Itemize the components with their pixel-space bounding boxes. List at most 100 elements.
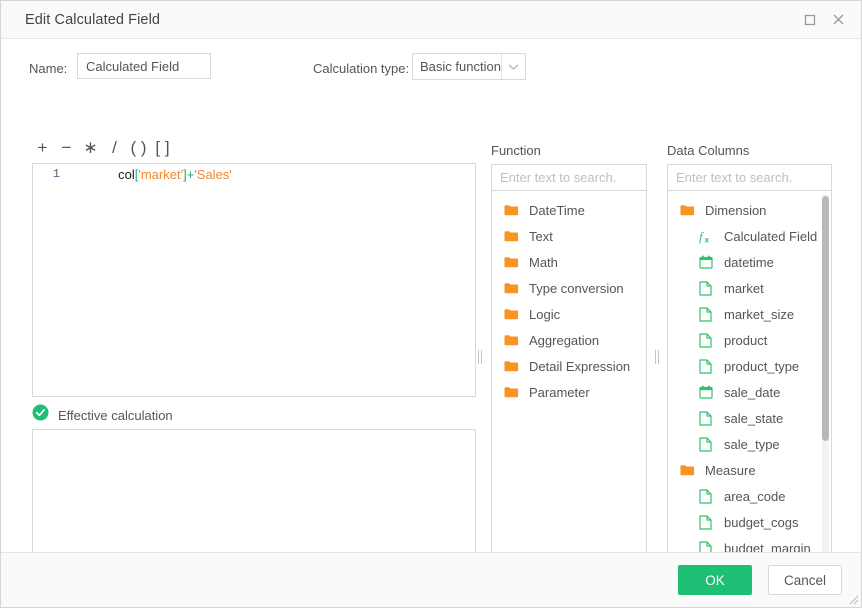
dialog-title-bar: Edit Calculated Field: [1, 1, 861, 39]
list-item[interactable]: sale_date: [668, 379, 831, 405]
list-item-label: sale_state: [724, 410, 784, 426]
list-item[interactable]: Aggregation: [492, 327, 646, 353]
list-item[interactable]: area_code: [668, 483, 831, 509]
list-item-label: Dimension: [705, 202, 767, 218]
splitter-right[interactable]: [652, 349, 662, 365]
folder-icon: [680, 462, 697, 478]
list-item[interactable]: Measure: [668, 457, 831, 483]
line-number: 1: [52, 167, 60, 181]
folder-icon: [504, 358, 521, 374]
list-item-label: Parameter: [529, 384, 590, 400]
folder-icon: [680, 202, 697, 218]
text-field-icon: [699, 436, 716, 452]
list-item[interactable]: product: [668, 327, 831, 353]
list-item[interactable]: Math: [492, 249, 646, 275]
folder-icon: [504, 280, 521, 296]
formula-editor[interactable]: 1 col['market']+'Sales': [32, 163, 476, 397]
folder-icon: [504, 306, 521, 322]
ok-button[interactable]: OK: [678, 565, 752, 595]
text-field-icon: [699, 332, 716, 348]
list-item-label: Detail Expression: [529, 358, 631, 374]
folder-icon: [504, 228, 521, 244]
text-field-icon: [699, 410, 716, 426]
edit-calculated-field-dialog: Edit Calculated Field Name: Calculation …: [0, 0, 862, 608]
name-label: Name:: [29, 61, 68, 76]
editor-line: 1 col['market']+'Sales': [33, 164, 475, 184]
text-field-icon: [699, 488, 716, 504]
list-item-label: Type conversion: [529, 280, 624, 296]
window-controls: [797, 7, 851, 33]
list-item[interactable]: product_type: [668, 353, 831, 379]
list-item[interactable]: market_size: [668, 301, 831, 327]
function-panel-title: Function: [491, 143, 541, 158]
list-item[interactable]: f x Calculated Field: [668, 223, 831, 249]
operator-minus[interactable]: −: [55, 137, 78, 159]
list-item-label: sale_type: [724, 436, 780, 452]
folder-icon: [504, 202, 521, 218]
list-item[interactable]: Dimension: [668, 197, 831, 223]
list-item[interactable]: Type conversion: [492, 275, 646, 301]
text-field-icon: [699, 358, 716, 374]
token-sales-string: 'Sales': [194, 166, 232, 182]
calendar-icon: [699, 384, 716, 400]
dialog-body: Name: Calculation type: Basic function +…: [1, 39, 861, 599]
function-fx-icon: fx: [699, 228, 716, 244]
list-item-label: sale_date: [724, 384, 781, 400]
dialog-footer: OK Cancel: [1, 552, 861, 607]
dialog-title: Edit Calculated Field: [25, 11, 161, 28]
list-item[interactable]: budget_cogs: [668, 509, 831, 535]
list-item-label: Text: [529, 228, 553, 244]
svg-text:x: x: [705, 235, 710, 244]
resize-grip-icon[interactable]: [846, 592, 859, 605]
list-item-label: market_size: [724, 306, 795, 322]
function-search-input[interactable]: [491, 164, 647, 190]
operator-divide[interactable]: /: [103, 137, 126, 159]
list-item-label: DateTime: [529, 202, 585, 218]
operator-parentheses[interactable]: ( ): [127, 137, 150, 159]
folder-icon: [504, 384, 521, 400]
field-name-input[interactable]: [77, 53, 211, 79]
calculation-type-label: Calculation type:: [313, 61, 410, 76]
calendar-icon: [699, 254, 716, 270]
list-item-label: area_code: [724, 488, 786, 504]
calculation-type-value: Basic function: [420, 59, 501, 74]
cancel-button[interactable]: Cancel: [768, 565, 842, 595]
token-market-string: 'market': [138, 166, 184, 182]
function-list[interactable]: DateTime Text Math Type conversion Logic Aggr…: [491, 190, 647, 599]
splitter-left[interactable]: [475, 349, 485, 365]
list-item[interactable]: Text: [492, 223, 646, 249]
list-item[interactable]: Parameter: [492, 379, 646, 405]
list-item[interactable]: sale_type: [668, 431, 831, 457]
operator-multiply[interactable]: ∗: [79, 137, 102, 159]
check-circle-icon: [32, 404, 49, 426]
text-field-icon: [699, 514, 716, 530]
list-item[interactable]: Detail Expression: [492, 353, 646, 379]
list-item[interactable]: sale_state: [668, 405, 831, 431]
list-item-label: Logic: [529, 306, 561, 322]
list-item-label: budget_cogs: [724, 514, 799, 530]
data-columns-search-input[interactable]: [667, 164, 832, 190]
formula-text: col['market']+'Sales': [66, 164, 233, 197]
list-item[interactable]: market: [668, 275, 831, 301]
chevron-down-icon: [501, 54, 525, 79]
list-item[interactable]: datetime: [668, 249, 831, 275]
list-item-label: product: [724, 332, 768, 348]
calculation-type-select[interactable]: Basic function: [412, 53, 526, 80]
text-caret: [232, 168, 233, 181]
list-item[interactable]: DateTime: [492, 197, 646, 223]
folder-icon: [504, 254, 521, 270]
operator-plus[interactable]: +: [31, 137, 54, 159]
list-item-label: market: [724, 280, 764, 296]
token-col: col: [118, 166, 135, 182]
effective-calculation-header: Effective calculation: [32, 404, 173, 426]
data-columns-list[interactable]: Dimension f x Calculated Field datetime marke…: [667, 190, 832, 599]
effective-calculation-label: Effective calculation: [58, 407, 173, 423]
maximize-icon[interactable]: [797, 7, 823, 33]
data-columns-scrollbar-thumb[interactable]: [822, 196, 829, 441]
data-columns-scrollbar[interactable]: [822, 194, 829, 596]
text-field-icon: [699, 306, 716, 322]
operator-brackets[interactable]: [ ]: [151, 137, 174, 159]
data-columns-panel-title: Data Columns: [667, 143, 750, 158]
list-item[interactable]: Logic: [492, 301, 646, 327]
close-icon[interactable]: [825, 7, 851, 33]
